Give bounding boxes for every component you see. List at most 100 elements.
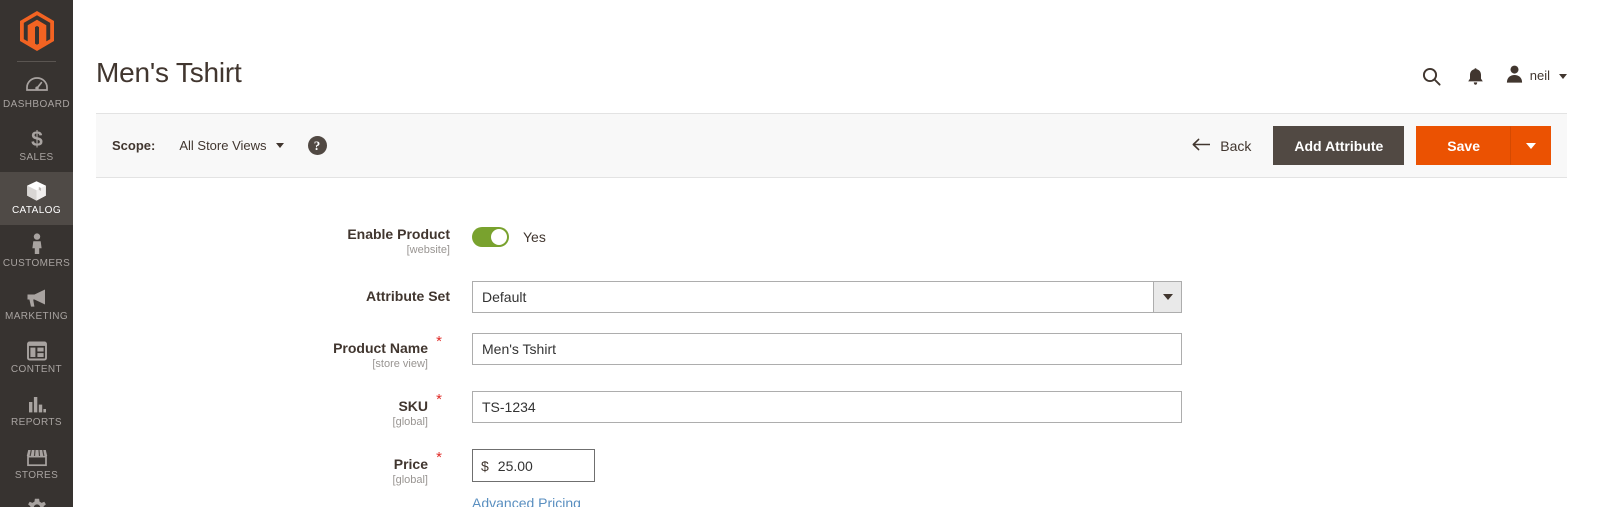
save-options-button[interactable]: [1511, 126, 1551, 165]
field-scope-note: [website]: [406, 244, 450, 256]
field-label: SKU: [398, 398, 428, 414]
chevron-down-icon: [275, 143, 284, 148]
field-control-col: [450, 391, 1600, 423]
user-menu[interactable]: neil: [1498, 60, 1567, 92]
chevron-down-icon: [1162, 294, 1173, 300]
field-scope-note: [global]: [392, 416, 428, 428]
field-label: Attribute Set: [366, 288, 450, 304]
field-attribute-set: Attribute Set Default: [73, 281, 1600, 313]
sidebar-item-label: CONTENT: [10, 364, 63, 375]
sidebar-item-customers[interactable]: CUSTOMERS: [0, 225, 73, 278]
price-input-wrap[interactable]: $: [472, 449, 595, 482]
sidebar-item-content[interactable]: CONTENT: [0, 331, 73, 384]
page-header: Men's Tshirt neil: [73, 0, 1600, 113]
box-package-icon: [26, 180, 47, 202]
field-label: Product Name: [333, 340, 428, 356]
search-icon[interactable]: [1410, 60, 1454, 92]
add-attribute-button[interactable]: Add Attribute: [1273, 126, 1405, 165]
bar-chart-icon: [27, 392, 47, 414]
advanced-pricing-link[interactable]: Advanced Pricing: [472, 495, 581, 507]
admin-product-edit-page: DASHBOARD $ SALES CATALOG CUSTOMERS MARK…: [0, 0, 1600, 507]
back-button-label: Back: [1220, 137, 1252, 154]
field-enable-product: Enable Product [website] Yes: [73, 226, 1600, 257]
toggle-state-label: Yes: [523, 229, 546, 245]
megaphone-icon: [25, 286, 48, 308]
back-button[interactable]: Back: [1184, 138, 1273, 154]
page-title: Men's Tshirt: [96, 57, 242, 88]
enable-product-toggle-row: Yes: [472, 226, 1600, 247]
sidebar-item-system[interactable]: [0, 490, 73, 507]
scope-switcher: Scope: All Store Views ?: [112, 136, 327, 155]
user-avatar-icon: [1506, 65, 1523, 88]
price-input[interactable]: [497, 457, 578, 474]
attribute-set-selected-value: Default: [472, 281, 1153, 313]
required-marker: *: [436, 449, 442, 466]
chevron-down-icon: [1525, 142, 1536, 149]
enable-product-toggle[interactable]: [472, 227, 509, 247]
toolbar-actions: Back Add Attribute Save: [1184, 126, 1551, 165]
sidebar-item-label: DASHBOARD: [3, 99, 70, 110]
field-control-col: Yes: [450, 226, 1600, 247]
sidebar-item-label: MARKETING: [4, 311, 69, 322]
chevron-down-icon: [1559, 73, 1567, 79]
field-label-col: Enable Product [website]: [73, 226, 450, 257]
currency-symbol: $: [481, 457, 489, 474]
field-label-col: Attribute Set: [73, 281, 450, 304]
dashboard-gauge-icon: [25, 74, 48, 96]
admin-sidebar: DASHBOARD $ SALES CATALOG CUSTOMERS MARK…: [0, 0, 73, 507]
main-content: Men's Tshirt neil Scope: All Store Views…: [73, 0, 1600, 507]
sku-input[interactable]: [472, 391, 1182, 423]
field-label: Enable Product: [347, 226, 450, 242]
sidebar-divider: [17, 61, 56, 62]
field-label-col: Price * [global]: [73, 449, 450, 487]
sidebar-item-stores[interactable]: STORES: [0, 437, 73, 490]
magento-logo[interactable]: [0, 0, 73, 61]
sidebar-item-label: SALES: [19, 152, 54, 163]
storefront-icon: [26, 445, 48, 467]
field-sku: SKU * [global]: [73, 391, 1600, 429]
svg-text:$: $: [31, 128, 43, 149]
magento-logo-icon: [19, 10, 54, 51]
sidebar-item-sales[interactable]: $ SALES: [0, 119, 73, 172]
required-marker: *: [436, 391, 442, 408]
field-control-col: $ Advanced Pricing: [450, 449, 1600, 507]
field-label: Price: [393, 456, 428, 472]
save-button[interactable]: Save: [1416, 126, 1511, 165]
sidebar-item-marketing[interactable]: MARKETING: [0, 278, 73, 331]
attribute-set-dropdown-button[interactable]: [1153, 281, 1182, 313]
bell-icon[interactable]: [1454, 60, 1498, 92]
field-control-col: Default: [450, 281, 1600, 313]
scope-selected-value: All Store Views: [179, 138, 267, 153]
page-actions-toolbar: Scope: All Store Views ? Back Add Attrib…: [96, 113, 1567, 178]
gear-icon: [26, 498, 48, 507]
sidebar-item-catalog[interactable]: CATALOG: [0, 172, 73, 225]
product-name-input[interactable]: [472, 333, 1182, 365]
scope-select[interactable]: All Store Views: [179, 138, 284, 153]
save-split-button: Save: [1416, 126, 1551, 165]
field-control-col: [450, 333, 1600, 365]
field-scope-note: [store view]: [372, 358, 428, 370]
field-label-col: Product Name * [store view]: [73, 333, 450, 371]
sidebar-item-reports[interactable]: REPORTS: [0, 384, 73, 437]
attribute-set-select[interactable]: Default: [472, 281, 1182, 313]
scope-label: Scope:: [112, 138, 156, 153]
person-icon: [30, 233, 44, 255]
toggle-knob: [491, 229, 507, 245]
user-name-label: neil: [1529, 68, 1550, 83]
field-price: Price * [global] $ Advanced Pricing: [73, 449, 1600, 507]
sidebar-item-dashboard[interactable]: DASHBOARD: [0, 66, 73, 119]
sidebar-item-label: STORES: [14, 470, 59, 481]
help-icon[interactable]: ?: [307, 136, 327, 155]
required-marker: *: [436, 333, 442, 350]
sidebar-item-label: CUSTOMERS: [2, 258, 71, 269]
arrow-left-icon: [1192, 138, 1211, 154]
dollar-sign-icon: $: [29, 127, 45, 149]
header-toolbar: neil: [1410, 60, 1567, 92]
field-label-col: SKU * [global]: [73, 391, 450, 429]
field-scope-note: [global]: [392, 474, 428, 486]
product-form: Enable Product [website] Yes Attribute S…: [73, 178, 1600, 507]
sidebar-item-label: CATALOG: [11, 205, 62, 216]
layout-page-icon: [26, 339, 47, 361]
field-product-name: Product Name * [store view]: [73, 333, 1600, 371]
sidebar-item-label: REPORTS: [11, 417, 62, 428]
